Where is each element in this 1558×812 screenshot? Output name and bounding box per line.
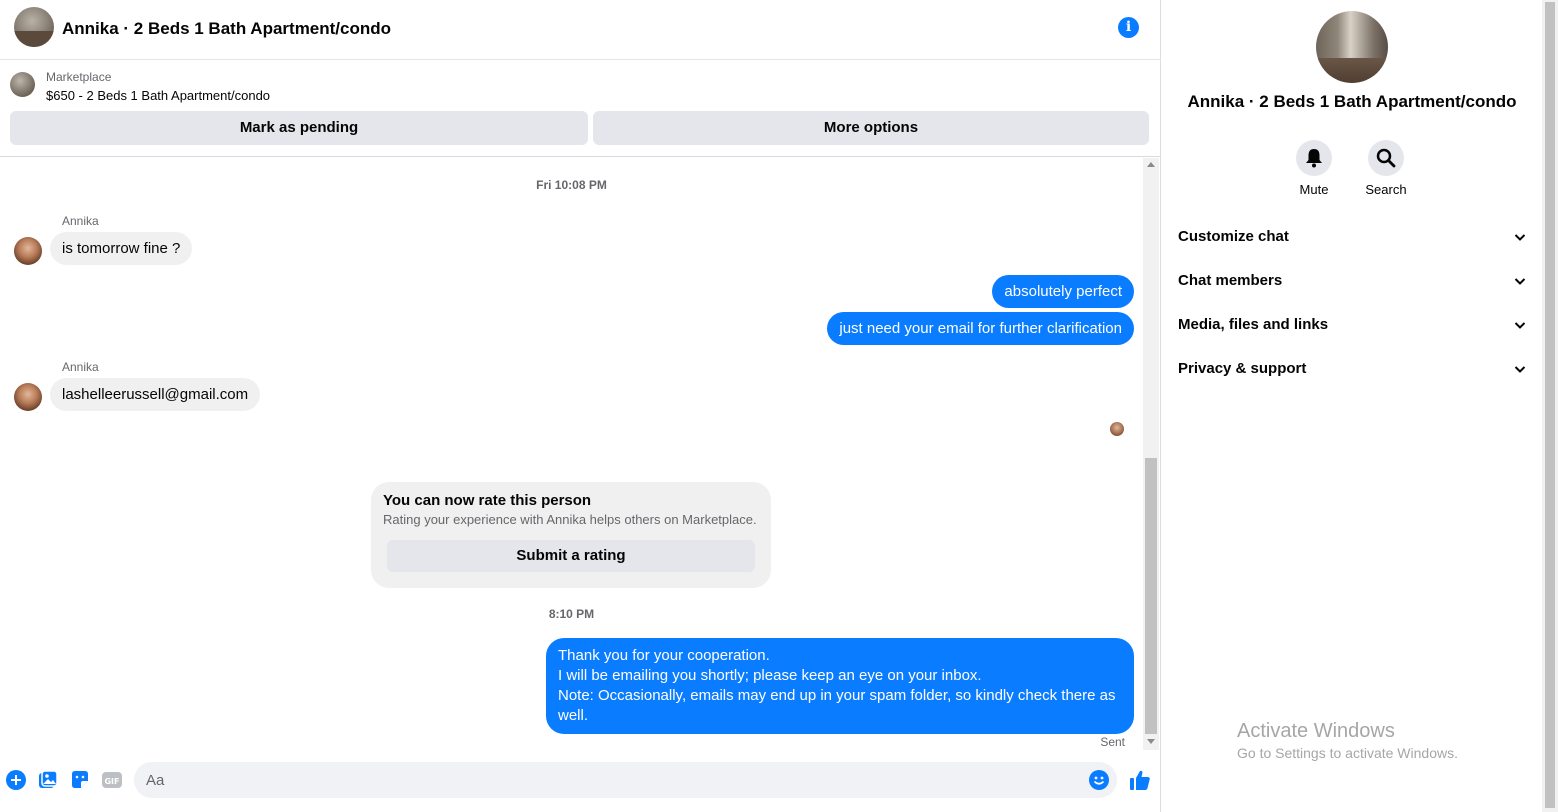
scrollbar-thumb[interactable] (1145, 458, 1157, 734)
mute-label: Mute (1299, 182, 1329, 197)
sender-avatar[interactable] (14, 237, 42, 265)
sender-avatar[interactable] (14, 383, 42, 411)
listing-avatar-large[interactable] (1316, 11, 1388, 83)
message-input-box[interactable] (134, 762, 1117, 798)
section-privacy-support[interactable]: Privacy & support (1178, 360, 1526, 384)
incoming-message[interactable]: lashelleerussell@gmail.com (50, 378, 261, 411)
message-input[interactable] (146, 762, 1076, 798)
photo-icon[interactable] (38, 770, 58, 790)
chat-header: Annika · 2 Beds 1 Bath Apartment/condo i (0, 0, 1161, 60)
message-line: I will be emailing you shortly; please k… (558, 667, 982, 684)
search-label: Search (1365, 182, 1407, 197)
timestamp-separator: Fri 10:08 PM (536, 178, 607, 192)
watermark-title: Activate Windows (1237, 720, 1395, 742)
search-button[interactable]: Search (1356, 140, 1416, 197)
section-label: Privacy & support (1178, 360, 1307, 377)
emoji-icon[interactable] (1089, 770, 1109, 790)
sticker-icon[interactable] (70, 770, 90, 790)
rating-subtitle: Rating your experience with Annika helps… (383, 512, 757, 527)
section-label: Media, files and links (1178, 316, 1329, 333)
thumbs-up-icon[interactable] (1129, 769, 1151, 791)
page-scrollbar[interactable] (1542, 0, 1558, 812)
message-status: Sent (1100, 735, 1125, 749)
outgoing-message[interactable]: Thank you for your cooperation. I will b… (546, 638, 1134, 734)
info-title: Annika · 2 Beds 1 Bath Apartment/condo (1187, 92, 1517, 111)
outgoing-message[interactable]: just need your email for further clarifi… (827, 312, 1134, 345)
mute-button[interactable]: Mute (1284, 140, 1344, 197)
chat-title[interactable]: Annika · 2 Beds 1 Bath Apartment/condo (62, 19, 391, 39)
section-label: Chat members (1178, 272, 1283, 289)
plus-icon[interactable] (6, 770, 26, 790)
page-scrollbar-thumb[interactable] (1545, 2, 1555, 808)
mark-as-pending-button[interactable]: Mark as pending (10, 111, 588, 145)
marketplace-bar: Marketplace $650 - 2 Beds 1 Bath Apartme… (0, 60, 1161, 157)
section-chat-members[interactable]: Chat members (1178, 272, 1526, 296)
chevron-down-icon (1514, 322, 1526, 329)
message-composer: GIF (0, 752, 1161, 808)
conversation-info-panel: Annika · 2 Beds 1 Bath Apartment/condo M… (1162, 0, 1542, 812)
sender-name: Annika (62, 214, 99, 228)
chevron-down-icon (1514, 278, 1526, 285)
listing-avatar[interactable] (14, 7, 54, 47)
message-line: Note: Occasionally, emails may end up in… (558, 687, 1116, 724)
chat-pane: Annika · 2 Beds 1 Bath Apartment/condo i… (0, 0, 1161, 812)
listing-title[interactable]: $650 - 2 Beds 1 Bath Apartment/condo (46, 88, 270, 103)
listing-thumbnail[interactable] (10, 72, 35, 97)
gif-icon[interactable]: GIF (102, 770, 122, 790)
search-icon (1368, 140, 1404, 176)
watermark-subtitle: Go to Settings to activate Windows. (1237, 745, 1458, 761)
section-label: Customize chat (1178, 228, 1289, 245)
scroll-up-arrow-icon[interactable] (1147, 162, 1155, 167)
chevron-down-icon (1514, 234, 1526, 241)
rating-title: You can now rate this person (383, 492, 592, 509)
info-icon[interactable]: i (1118, 17, 1139, 38)
svg-text:GIF: GIF (104, 777, 119, 786)
message-list: Fri 10:08 PM Annika is tomorrow fine ? a… (0, 158, 1143, 750)
scroll-down-arrow-icon[interactable] (1147, 739, 1155, 744)
rating-card: You can now rate this person Rating your… (371, 482, 771, 588)
message-line: Thank you for your cooperation. (558, 647, 770, 664)
chat-scrollbar[interactable] (1143, 158, 1159, 750)
section-media-files-links[interactable]: Media, files and links (1178, 316, 1526, 340)
more-options-button[interactable]: More options (593, 111, 1149, 145)
incoming-message[interactable]: is tomorrow fine ? (50, 232, 193, 265)
chevron-down-icon (1514, 366, 1526, 373)
bell-icon (1296, 140, 1332, 176)
seen-indicator-avatar (1110, 422, 1124, 436)
timestamp-separator: 8:10 PM (548, 607, 595, 621)
windows-activation-watermark: Activate Windows Go to Settings to activ… (1237, 720, 1458, 761)
outgoing-message[interactable]: absolutely perfect (992, 275, 1134, 308)
sender-name: Annika (62, 360, 99, 374)
submit-rating-button[interactable]: Submit a rating (387, 540, 755, 572)
marketplace-label: Marketplace (46, 70, 112, 84)
section-customize-chat[interactable]: Customize chat (1178, 228, 1526, 252)
messenger-window: Annika · 2 Beds 1 Bath Apartment/condo i… (0, 0, 1558, 812)
